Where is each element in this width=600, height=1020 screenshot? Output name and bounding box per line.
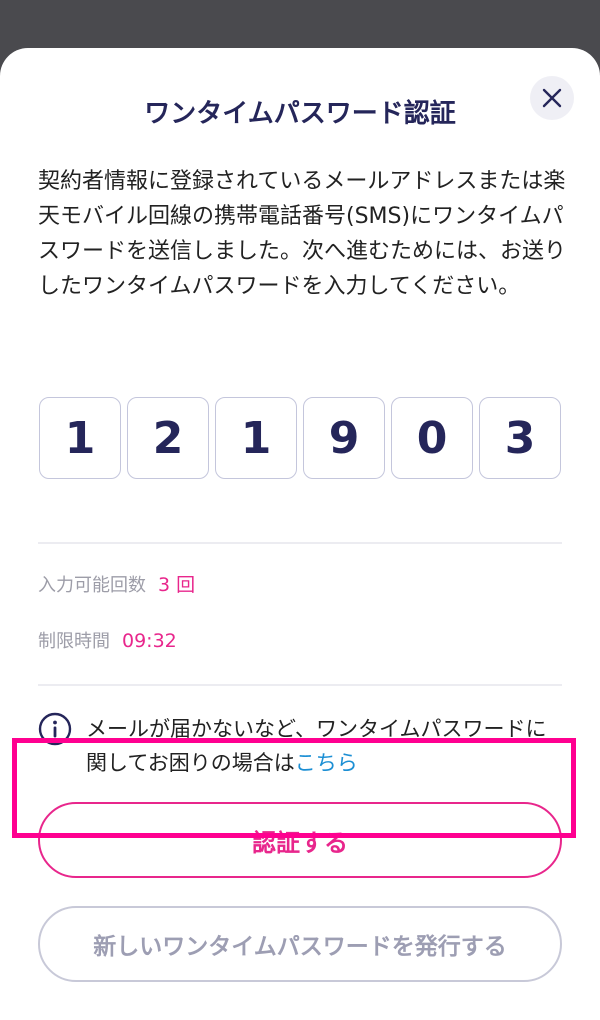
otp-digit-5[interactable]: 0	[391, 397, 473, 479]
divider-bottom	[38, 684, 562, 686]
time-limit-value: 09:32	[122, 630, 177, 652]
otp-digit-3[interactable]: 1	[215, 397, 297, 479]
otp-digit-1[interactable]: 1	[39, 397, 121, 479]
attempts-value: 3 回	[158, 574, 196, 596]
otp-digit-4[interactable]: 9	[303, 397, 385, 479]
time-limit-info: 制限時間 09:32	[38, 628, 177, 655]
verify-button-highlight	[12, 738, 576, 838]
otp-input-group: 1 2 1 9 0 3	[39, 397, 561, 479]
attempts-info: 入力可能回数 3 回	[38, 572, 195, 599]
time-limit-label: 制限時間	[38, 631, 110, 652]
resend-otp-button[interactable]: 新しいワンタイムパスワードを発行する	[38, 906, 562, 982]
modal-description: 契約者情報に登録されているメールアドレスまたは楽天モバイル回線の携帯電話番号(S…	[38, 169, 567, 299]
divider-top	[38, 542, 562, 544]
otp-digit-6[interactable]: 3	[479, 397, 561, 479]
attempts-label: 入力可能回数	[38, 575, 146, 596]
modal-title: ワンタイムパスワード認証	[144, 99, 456, 129]
otp-modal: ワンタイムパスワード認証 契約者情報に登録されているメールアドレスまたは楽天モバ…	[0, 48, 600, 1020]
otp-digit-2[interactable]: 2	[127, 397, 209, 479]
